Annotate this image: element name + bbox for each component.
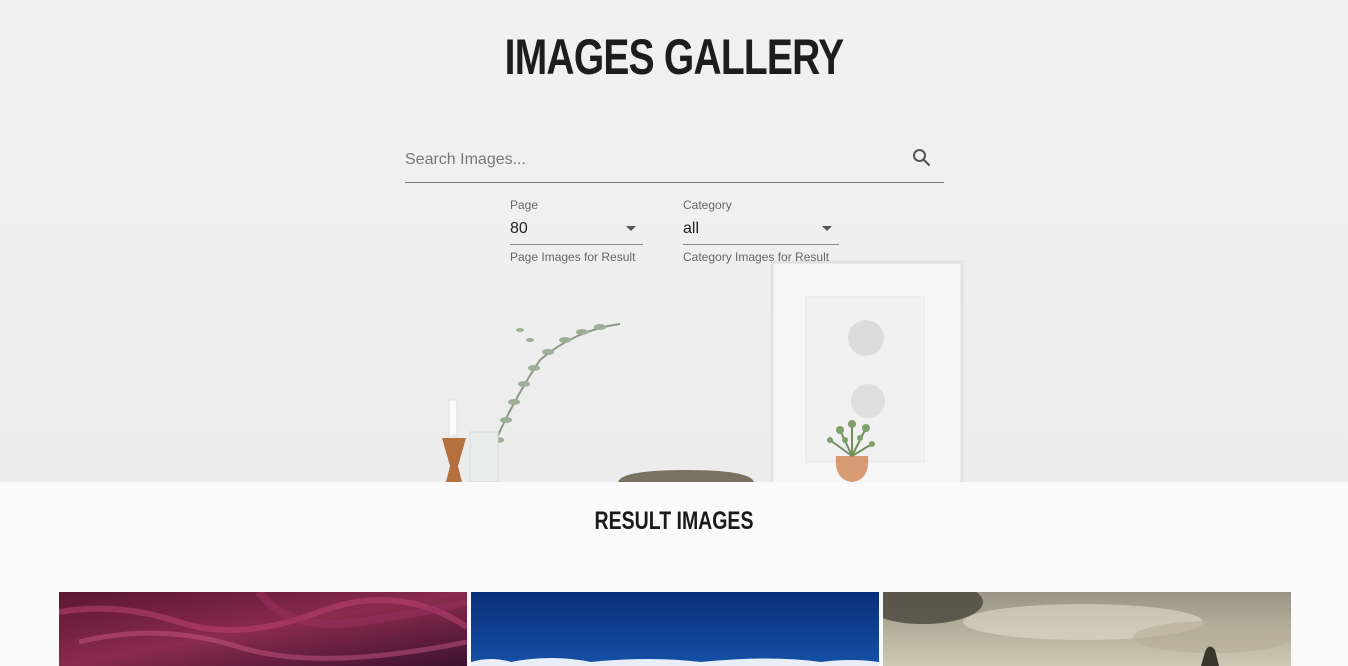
search-bar [405, 140, 944, 183]
category-select-helper: Category Images for Result [683, 250, 830, 264]
category-select-label: Category [683, 198, 732, 212]
caret-down-icon [822, 226, 832, 231]
results-title: RESULT IMAGES [594, 507, 754, 535]
hero-banner: IMAGES GALLERY Page 80 Page Images for R… [0, 0, 1348, 482]
result-image-thumbnail [59, 592, 467, 666]
result-image-card[interactable] [883, 592, 1291, 666]
category-select-value: all [683, 220, 700, 237]
result-image-card[interactable] [59, 592, 467, 666]
result-image-thumbnail [471, 592, 879, 666]
page-select-helper: Page Images for Result [510, 250, 636, 264]
search-input[interactable] [405, 146, 895, 174]
result-image-thumbnail [883, 592, 1291, 666]
page-select-label: Page [510, 198, 539, 212]
caret-down-icon [626, 226, 636, 231]
search-icon [913, 149, 931, 167]
category-select[interactable]: all [683, 219, 839, 245]
page-title: IMAGES GALLERY [504, 29, 844, 85]
page-select-field: Page 80 Page Images for Result [510, 198, 643, 264]
page-select-value: 80 [510, 220, 528, 237]
result-image-card[interactable] [471, 592, 879, 666]
page-select[interactable]: 80 [510, 219, 643, 245]
search-button[interactable] [910, 146, 934, 170]
category-select-field: Category all Category Images for Result [683, 198, 839, 264]
